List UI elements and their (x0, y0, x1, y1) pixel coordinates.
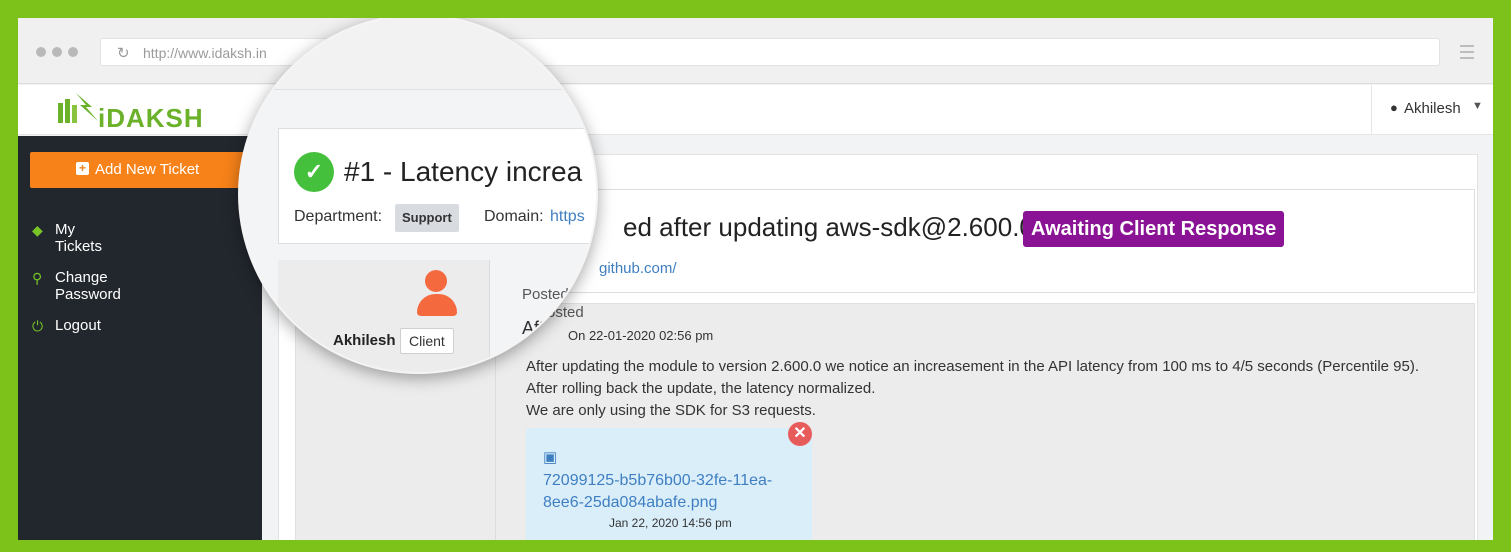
browser-window: ↻ http://www.idaksh.in iDAKSH ● Akhilesh… (18, 18, 1493, 540)
ticket-icon: ◆ (32, 222, 43, 238)
user-icon: ● (1390, 100, 1398, 115)
sidebar: + Add New Ticket ◆ My Tickets ⚲ Change P… (18, 136, 262, 540)
attachment-link[interactable]: 72099125-b5b76b00-32fe-11ea-8ee6-25da084… (543, 470, 793, 514)
zoom-toolbar (240, 18, 596, 90)
add-new-ticket-button[interactable]: + Add New Ticket (30, 152, 252, 188)
domain-label: Domain: (484, 208, 544, 225)
magnifier-zoom: ✓ #1 - Latency increa Department: Suppor… (238, 18, 598, 374)
author-role-badge: Client (400, 328, 454, 354)
domain-link-zoomed[interactable]: https (550, 208, 585, 226)
remove-attachment-icon[interactable]: ✕ (788, 422, 812, 446)
browser-menu-icon[interactable] (1460, 45, 1474, 59)
key-icon: ⚲ (32, 270, 43, 286)
avatar (415, 270, 459, 316)
sidebar-item-label: My Tickets (55, 221, 102, 255)
user-menu[interactable]: ● Akhilesh ▼ (1371, 85, 1493, 135)
window-dot-icon (52, 47, 62, 57)
department-badge: Support (395, 204, 459, 232)
author-name: Akhilesh (333, 332, 396, 349)
ticket-title: ed after updating aws-sdk@2.600.0 (623, 212, 1034, 242)
image-file-icon: ▣ (543, 449, 558, 466)
attachment-date: Jan 22, 2020 14:56 pm (609, 516, 732, 530)
check-icon: ✓ (294, 152, 334, 192)
message-start-zoomed: Aft (522, 318, 545, 338)
logo-text: iDAKSH (98, 103, 204, 133)
power-icon: ⏻ (32, 318, 44, 334)
message-line: We are only using the SDK for S3 request… (526, 402, 816, 419)
department-label: Department: (294, 208, 383, 225)
logo-mark-icon (58, 93, 98, 123)
window-dot-icon (68, 47, 78, 57)
message-line: After rolling back the update, the laten… (526, 380, 876, 397)
reply-message: After updating the module to version 2.6… (526, 356, 1419, 422)
reload-icon[interactable]: ↻ (117, 44, 130, 62)
sidebar-item-label: Logout (55, 317, 101, 334)
attachment-card: ▣ 72099125-b5b76b00-32fe-11ea-8ee6-25da0… (526, 428, 812, 540)
user-name: Akhilesh (1404, 100, 1461, 117)
plus-icon: + (76, 162, 89, 175)
ticket-title-zoomed: #1 - Latency increa (344, 156, 583, 187)
domain-link[interactable]: github.com/ (599, 260, 677, 277)
add-new-ticket-label: Add New Ticket (95, 161, 200, 178)
message-line: After updating the module to version 2.6… (526, 358, 1420, 375)
caret-down-icon: ▼ (1472, 100, 1483, 112)
sidebar-item-label: Change Password (55, 269, 121, 303)
window-dot-icon (36, 47, 46, 57)
status-badge: Awaiting Client Response (1023, 211, 1285, 247)
posted-label-zoomed: Posted (522, 286, 569, 303)
